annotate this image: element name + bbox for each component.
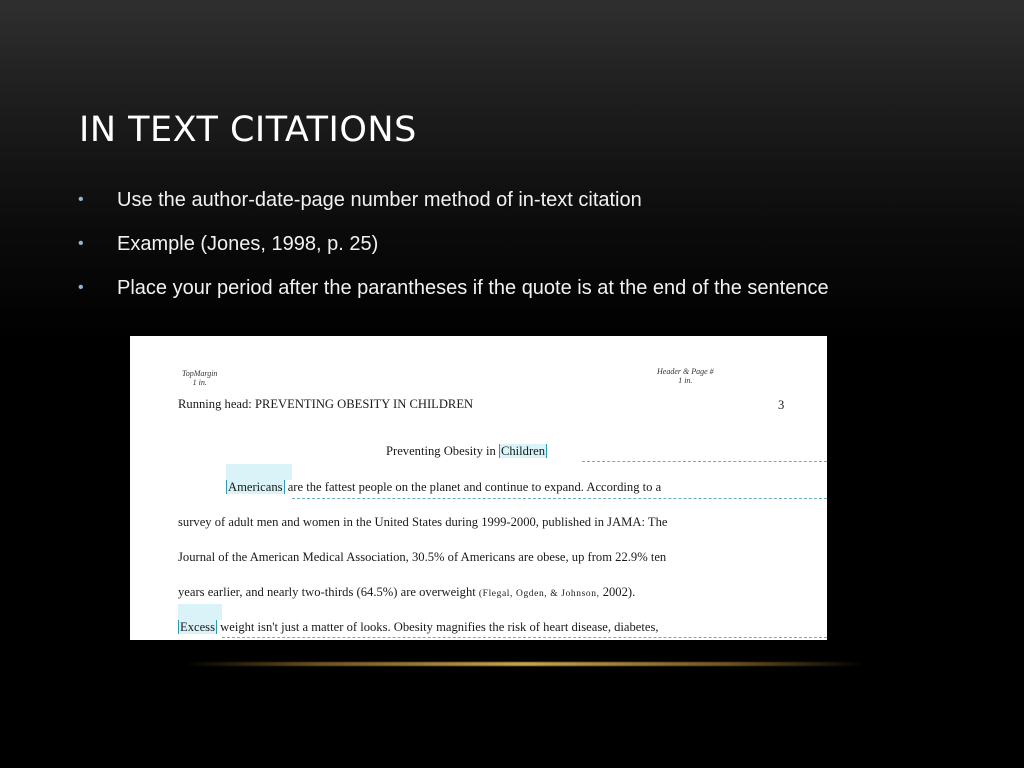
highlight-block <box>226 464 292 480</box>
paper-title-text: Preventing Obesity in <box>386 444 499 458</box>
body-line-1: Americans are the fattest people on the … <box>226 479 661 495</box>
running-head: Running head: PREVENTING OBESITY IN CHIL… <box>178 397 474 411</box>
annotation-label: Header & Page # <box>657 367 714 376</box>
highlight-block <box>178 604 222 620</box>
bullet-dot-icon: • <box>78 191 84 208</box>
bullet-text: Place your period after the parantheses … <box>117 277 829 299</box>
body-text: are the fattest people on the planet and… <box>284 480 662 494</box>
comment-leader-line <box>582 461 827 462</box>
comment-leader-line <box>292 498 827 499</box>
bullet-dot-icon: • <box>78 235 84 252</box>
slide-title: IN TEXT CITATIONS <box>79 110 417 150</box>
annotation-measure: 1 in. <box>192 378 207 387</box>
comment-leader-line <box>222 637 827 638</box>
bullet-text: Example (Jones, 1998, p. 25) <box>117 233 379 255</box>
apa-document-screenshot: TopMargin 1 in. Header & Page # 1 in. Ru… <box>130 336 827 640</box>
paper-title: Preventing Obesity in Children <box>386 443 548 459</box>
annotation-measure: 1 in. <box>678 376 693 385</box>
bullet-dot-icon: • <box>78 279 84 296</box>
body-line-2: survey of adult men and women in the Uni… <box>178 515 668 529</box>
gold-divider-line <box>185 662 865 666</box>
body-line-5: Excess weight isn't just a matter of loo… <box>178 619 659 635</box>
word-highlight: Excess <box>178 620 217 634</box>
body-text: 2002). <box>599 585 636 599</box>
top-margin-annotation: TopMargin 1 in. <box>182 369 217 387</box>
annotation-label: TopMargin <box>182 369 218 378</box>
body-text: weight isn't just a matter of looks. Obe… <box>216 620 659 634</box>
header-page-annotation: Header & Page # 1 in. <box>657 367 714 385</box>
citation-authors: (Flegal, Ogden, & Johnson, <box>478 589 600 599</box>
bullet-text: Use the author-date-page number method o… <box>117 189 642 211</box>
body-text: years earlier, and nearly two-thirds (64… <box>178 585 479 599</box>
page-number: 3 <box>778 398 785 412</box>
title-highlight: Children <box>498 444 548 458</box>
body-line-4: years earlier, and nearly two-thirds (64… <box>178 584 635 602</box>
body-line-3: Journal of the American Medical Associat… <box>178 550 667 564</box>
word-highlight: Americans <box>226 480 285 494</box>
